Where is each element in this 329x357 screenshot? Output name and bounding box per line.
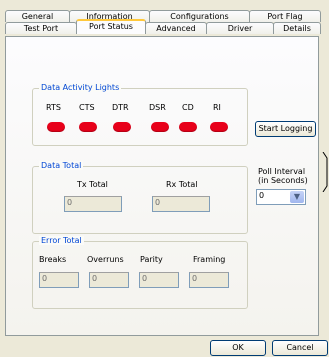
tab-test-port[interactable]: Test Port (5, 22, 77, 34)
dsr-label: DSR (149, 103, 166, 112)
rts-led (47, 122, 65, 132)
tab-port-flag[interactable]: Port Flag (249, 10, 321, 22)
breaks-label: Breaks (39, 255, 67, 264)
tab-advanced[interactable]: Advanced (145, 22, 207, 34)
port-properties-dialog: General Information Configurations Port … (0, 0, 329, 357)
tab-row-top: General Information Configurations Port … (5, 10, 321, 22)
port-status-panel: Data Activity Lights RTS CTS DTR DSR CD … (5, 36, 319, 336)
tab-row-bottom: Test Port Port Status Advanced Driver De… (5, 19, 321, 34)
ok-button[interactable]: OK (210, 340, 266, 356)
poll-interval-value: 0 (259, 191, 265, 200)
tab-configurations[interactable]: Configurations (149, 10, 250, 22)
error-total-title: Error Total (39, 236, 84, 245)
ri-led (210, 122, 228, 132)
edge-bracket-mark (322, 152, 328, 192)
breaks-field: 0 (39, 272, 79, 288)
parity-label: Parity (140, 255, 163, 264)
tab-driver[interactable]: Driver (206, 22, 274, 34)
dsr-led (151, 122, 169, 132)
cd-led (179, 122, 197, 132)
tx-total-label: Tx Total (77, 180, 108, 189)
data-total-title: Data Total (39, 161, 84, 170)
tab-port-status[interactable]: Port Status (76, 19, 146, 34)
rx-total-field: 0 (152, 196, 210, 212)
poll-interval-label: Poll Interval (258, 167, 306, 176)
dtr-label: DTR (112, 103, 129, 112)
framing-field: 0 (189, 272, 229, 288)
parity-field: 0 (139, 272, 179, 288)
cts-led (79, 122, 97, 132)
cancel-button[interactable]: Cancel (272, 340, 328, 356)
cd-label: CD (182, 103, 194, 112)
dtr-led (113, 122, 131, 132)
cts-label: CTS (79, 103, 95, 112)
rts-label: RTS (46, 103, 61, 112)
error-total-group: Error Total Breaks Overruns Parity Frami… (32, 236, 248, 309)
poll-interval-units-label: (in Seconds) (258, 176, 308, 185)
tx-total-field: 0 (64, 196, 122, 212)
overruns-label: Overruns (87, 255, 124, 264)
start-logging-button[interactable]: Start Logging (255, 121, 316, 137)
data-total-group: Data Total Tx Total Rx Total 0 0 (32, 161, 248, 234)
tab-general[interactable]: General (5, 10, 70, 22)
framing-label: Framing (193, 255, 226, 264)
poll-interval-select[interactable]: 0 ▼ (256, 189, 306, 205)
tab-details[interactable]: Details (273, 22, 321, 34)
ri-label: RI (213, 103, 221, 112)
data-activity-title: Data Activity Lights (39, 83, 122, 92)
rx-total-label: Rx Total (166, 180, 198, 189)
data-activity-group: Data Activity Lights RTS CTS DTR DSR CD … (32, 83, 248, 146)
overruns-field: 0 (89, 272, 129, 288)
chevron-down-icon[interactable]: ▼ (290, 191, 304, 203)
